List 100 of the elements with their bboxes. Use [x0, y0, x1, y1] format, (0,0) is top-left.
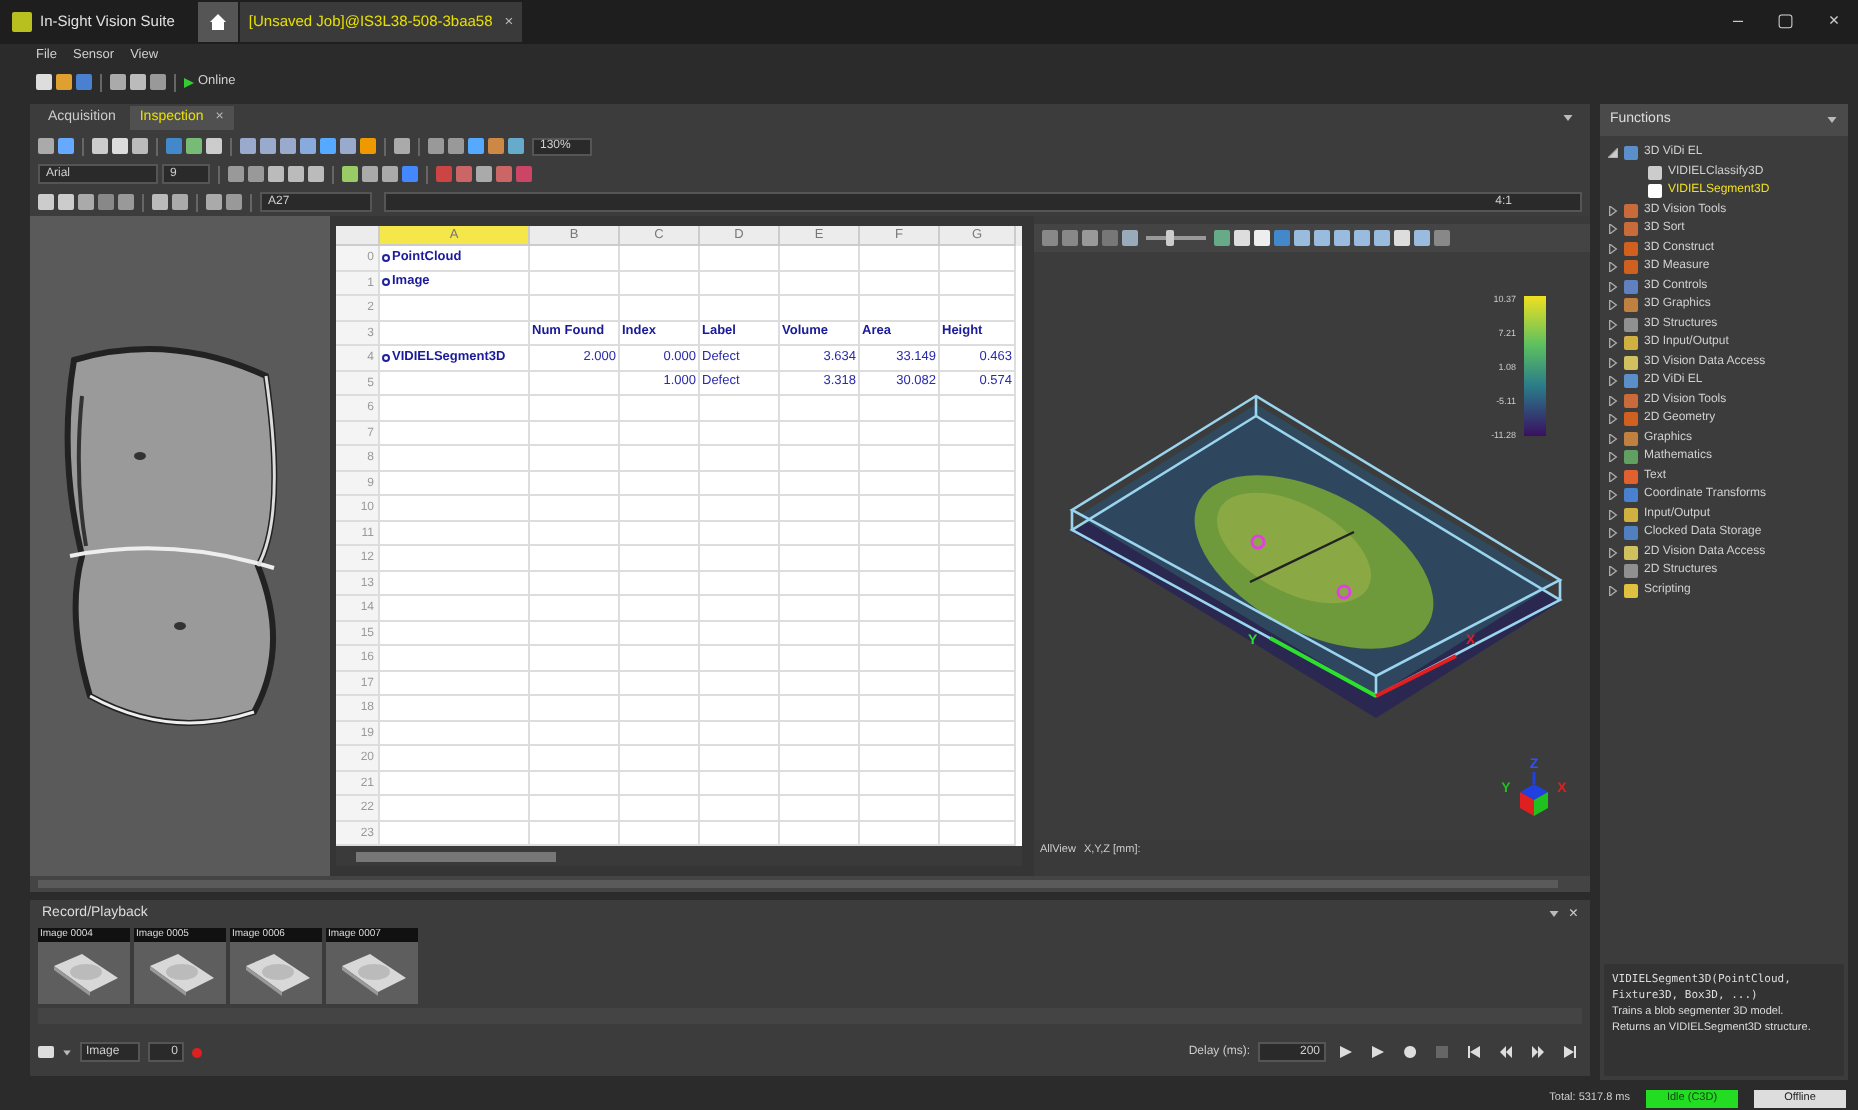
- table-cell[interactable]: [860, 296, 940, 321]
- table-cell[interactable]: [380, 596, 530, 621]
- table-cell[interactable]: [620, 646, 700, 671]
- table-cell[interactable]: [860, 696, 940, 721]
- table-cell[interactable]: [380, 796, 530, 821]
- table-cell[interactable]: [620, 421, 700, 446]
- square-icon[interactable]: [38, 194, 54, 210]
- square-icon[interactable]: [172, 194, 188, 210]
- table-cell[interactable]: [940, 596, 1016, 621]
- square-icon[interactable]: [130, 74, 146, 90]
- table-cell[interactable]: [860, 646, 940, 671]
- square-icon[interactable]: [38, 138, 54, 154]
- table-cell[interactable]: [700, 471, 780, 496]
- square-icon[interactable]: [150, 74, 166, 90]
- square-icon[interactable]: [260, 138, 276, 154]
- table-cell[interactable]: [380, 521, 530, 546]
- table-cell[interactable]: [620, 296, 700, 321]
- table-cell[interactable]: [380, 371, 530, 396]
- playback-icon[interactable]: [1500, 1046, 1512, 1058]
- table-cell[interactable]: [620, 471, 700, 496]
- table-cell[interactable]: [860, 246, 940, 271]
- triangle-icon[interactable]: [1608, 243, 1618, 254]
- table-cell[interactable]: [380, 396, 530, 421]
- square-icon[interactable]: [268, 166, 284, 182]
- triangle-icon[interactable]: [1608, 224, 1618, 235]
- square-icon[interactable]: [110, 74, 126, 90]
- square-icon[interactable]: [320, 138, 336, 154]
- triangle-icon[interactable]: [1608, 509, 1618, 520]
- playback-icon[interactable]: [1340, 1046, 1352, 1058]
- table-cell[interactable]: [940, 746, 1016, 771]
- table-cell[interactable]: [620, 771, 700, 796]
- square-icon[interactable]: [496, 166, 512, 182]
- square-icon[interactable]: [1334, 230, 1350, 246]
- table-cell[interactable]: [940, 571, 1016, 596]
- close-button[interactable]: ×: [1568, 902, 1578, 926]
- square-icon[interactable]: [360, 138, 376, 154]
- table-cell[interactable]: [700, 721, 780, 746]
- square-icon[interactable]: [206, 194, 222, 210]
- square-icon[interactable]: [166, 138, 182, 154]
- table-cell[interactable]: [940, 296, 1016, 321]
- table-cell[interactable]: [860, 596, 940, 621]
- table-cell[interactable]: [940, 521, 1016, 546]
- table-cell[interactable]: [620, 596, 700, 621]
- square-icon[interactable]: [1414, 230, 1430, 246]
- triangle-icon[interactable]: [1608, 414, 1618, 425]
- table-cell[interactable]: [620, 721, 700, 746]
- table-cell[interactable]: [620, 696, 700, 721]
- table-cell[interactable]: [780, 396, 860, 421]
- horizontal-scrollbar[interactable]: [336, 846, 1022, 866]
- table-cell[interactable]: [530, 496, 620, 521]
- table-cell[interactable]: [860, 446, 940, 471]
- table-cell[interactable]: [860, 771, 940, 796]
- table-cell[interactable]: [780, 796, 860, 821]
- square-icon[interactable]: [382, 166, 398, 182]
- table-cell[interactable]: [860, 621, 940, 646]
- square-icon[interactable]: [228, 166, 244, 182]
- table-cell[interactable]: [620, 546, 700, 571]
- table-cell[interactable]: [780, 746, 860, 771]
- square-icon[interactable]: [58, 138, 74, 154]
- square-icon[interactable]: [1062, 230, 1078, 246]
- triangle-icon[interactable]: [1608, 148, 1618, 159]
- table-cell[interactable]: [700, 621, 780, 646]
- table-cell[interactable]: [380, 296, 530, 321]
- playback-icon[interactable]: [1532, 1046, 1544, 1058]
- table-cell[interactable]: [380, 421, 530, 446]
- square-icon[interactable]: [98, 194, 114, 210]
- table-cell[interactable]: [620, 746, 700, 771]
- square-icon[interactable]: [78, 194, 94, 210]
- table-cell[interactable]: [380, 671, 530, 696]
- triangle-icon[interactable]: [1608, 262, 1618, 273]
- table-cell[interactable]: [380, 746, 530, 771]
- table-cell[interactable]: [940, 646, 1016, 671]
- table-cell[interactable]: [940, 246, 1016, 271]
- triangle-icon[interactable]: [1608, 452, 1618, 463]
- window-control[interactable]: ▢: [1762, 8, 1810, 36]
- table-cell[interactable]: [380, 646, 530, 671]
- square-icon[interactable]: [1274, 230, 1290, 246]
- square-icon[interactable]: [456, 166, 472, 182]
- window-control[interactable]: ×: [1810, 8, 1858, 36]
- table-cell[interactable]: [700, 446, 780, 471]
- table-cell[interactable]: [530, 746, 620, 771]
- square-icon[interactable]: [468, 138, 484, 154]
- record-icon[interactable]: [192, 1047, 202, 1057]
- table-cell[interactable]: [380, 696, 530, 721]
- table-cell[interactable]: [860, 671, 940, 696]
- table-cell[interactable]: [780, 621, 860, 646]
- table-cell[interactable]: [620, 671, 700, 696]
- square-icon[interactable]: [288, 166, 304, 182]
- table-cell[interactable]: [940, 771, 1016, 796]
- table-cell[interactable]: [860, 571, 940, 596]
- triangle-icon[interactable]: [1608, 338, 1618, 349]
- table-cell[interactable]: [940, 471, 1016, 496]
- table-cell[interactable]: [530, 696, 620, 721]
- table-cell[interactable]: [380, 771, 530, 796]
- table-cell[interactable]: [860, 721, 940, 746]
- square-icon[interactable]: [1254, 230, 1270, 246]
- table-cell[interactable]: [940, 421, 1016, 446]
- table-cell[interactable]: [940, 271, 1016, 296]
- square-icon[interactable]: [342, 166, 358, 182]
- table-cell[interactable]: [620, 271, 700, 296]
